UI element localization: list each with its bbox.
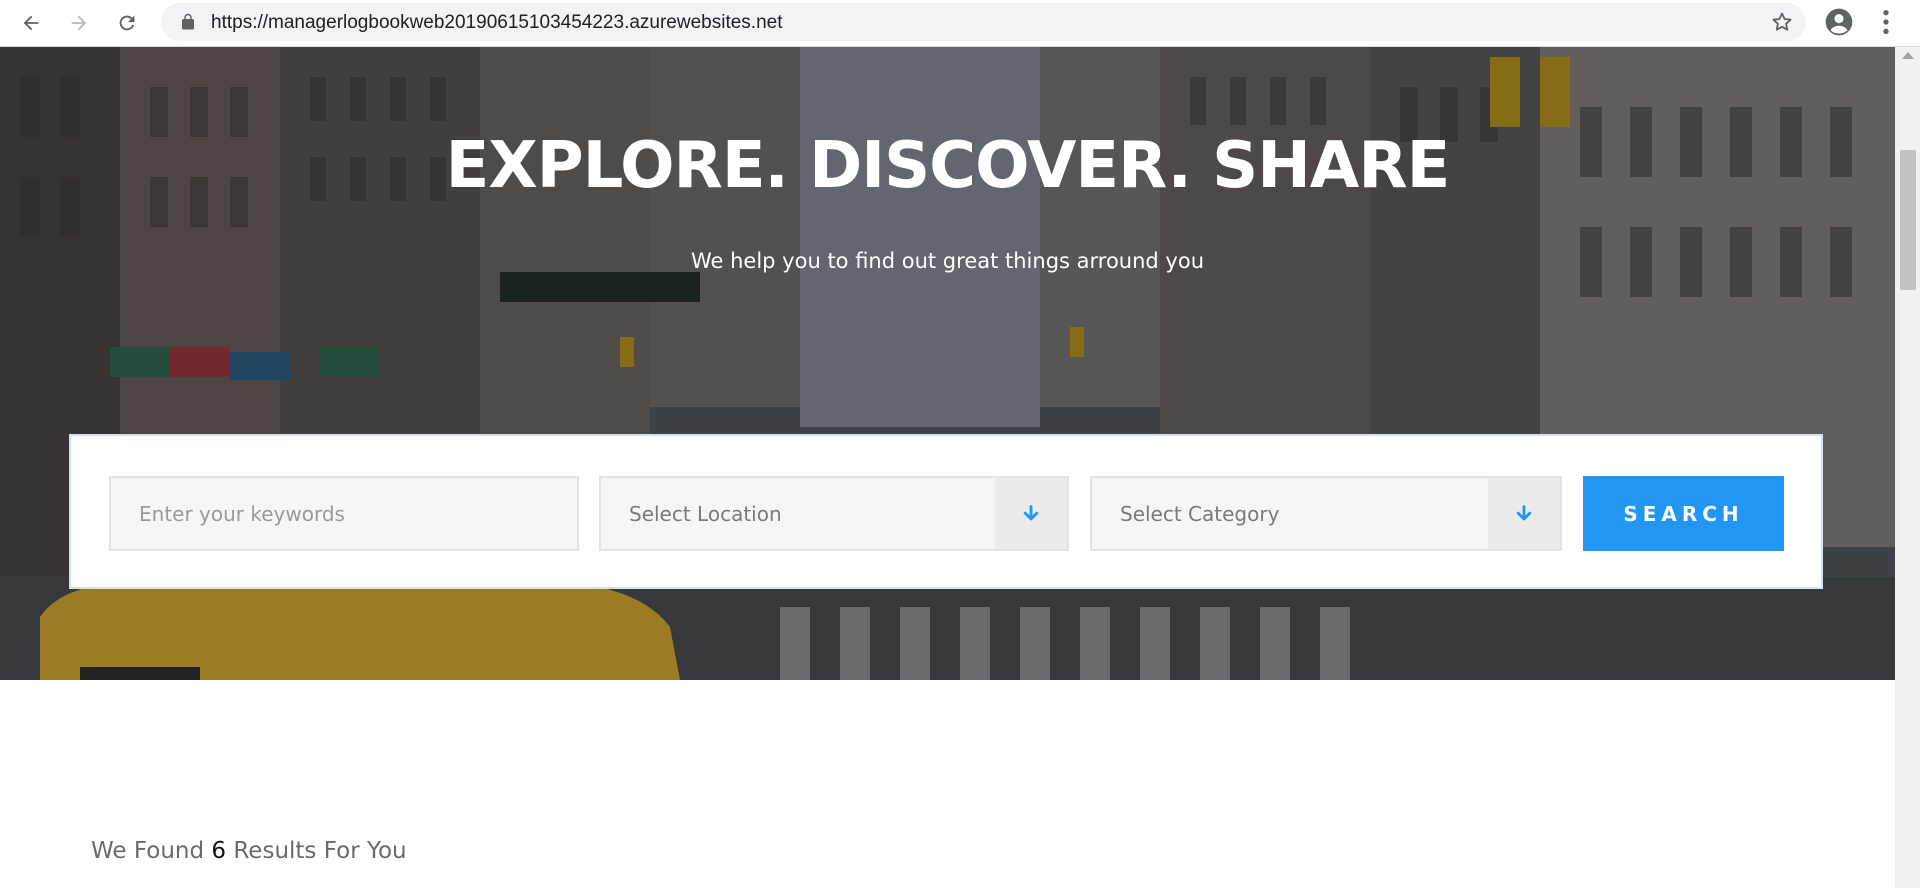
location-select-label: Select Location <box>629 502 782 526</box>
results-prefix: We Found <box>91 838 205 864</box>
results-suffix: Results For You <box>233 838 407 864</box>
more-menu-icon[interactable] <box>1870 6 1902 38</box>
arrow-down-icon <box>1023 504 1039 520</box>
search-form: Enter your keywords Select Location Sele… <box>69 434 1823 589</box>
category-select-label: Select Category <box>1120 502 1280 526</box>
results-count: 6 <box>211 838 227 864</box>
page-scrollbar[interactable] <box>1895 47 1920 888</box>
location-select[interactable]: Select Location <box>599 476 1069 551</box>
scroll-up-arrow-icon[interactable] <box>1902 52 1914 59</box>
location-dropdown-toggle[interactable] <box>995 478 1067 549</box>
back-button[interactable] <box>14 6 48 40</box>
profile-avatar-icon[interactable] <box>1823 6 1855 38</box>
reload-button[interactable] <box>110 6 144 40</box>
url-text[interactable]: https://managerlogbookweb201906151034542… <box>211 12 782 34</box>
hero-subtitle: We help you to find out great things arr… <box>690 249 1205 273</box>
forward-button[interactable] <box>62 6 96 40</box>
category-dropdown-toggle[interactable] <box>1488 478 1560 549</box>
keywords-placeholder: Enter your keywords <box>139 502 345 526</box>
results-summary: We Found 6 Results For You <box>91 838 407 864</box>
lock-icon <box>182 13 194 30</box>
back-arrow-icon <box>23 15 39 31</box>
browser-toolbar: https://managerlogbookweb201906151034542… <box>0 0 1920 47</box>
reload-icon <box>119 15 135 31</box>
bookmark-star-icon[interactable] <box>1770 10 1794 34</box>
hero-title: EXPLORE. DISCOVER. SHARE <box>445 129 1451 203</box>
arrow-down-icon <box>1516 504 1532 520</box>
search-button[interactable]: SEARCH <box>1583 476 1784 551</box>
forward-arrow-icon <box>71 15 87 31</box>
category-select[interactable]: Select Category <box>1090 476 1562 551</box>
address-bar[interactable]: https://managerlogbookweb201906151034542… <box>161 3 1806 41</box>
page-viewport: EXPLORE. DISCOVER. SHARE We help you to … <box>0 47 1895 888</box>
scrollbar-thumb[interactable] <box>1900 150 1916 290</box>
keywords-input[interactable]: Enter your keywords <box>109 476 579 551</box>
hero-banner: EXPLORE. DISCOVER. SHARE We help you to … <box>0 47 1895 680</box>
